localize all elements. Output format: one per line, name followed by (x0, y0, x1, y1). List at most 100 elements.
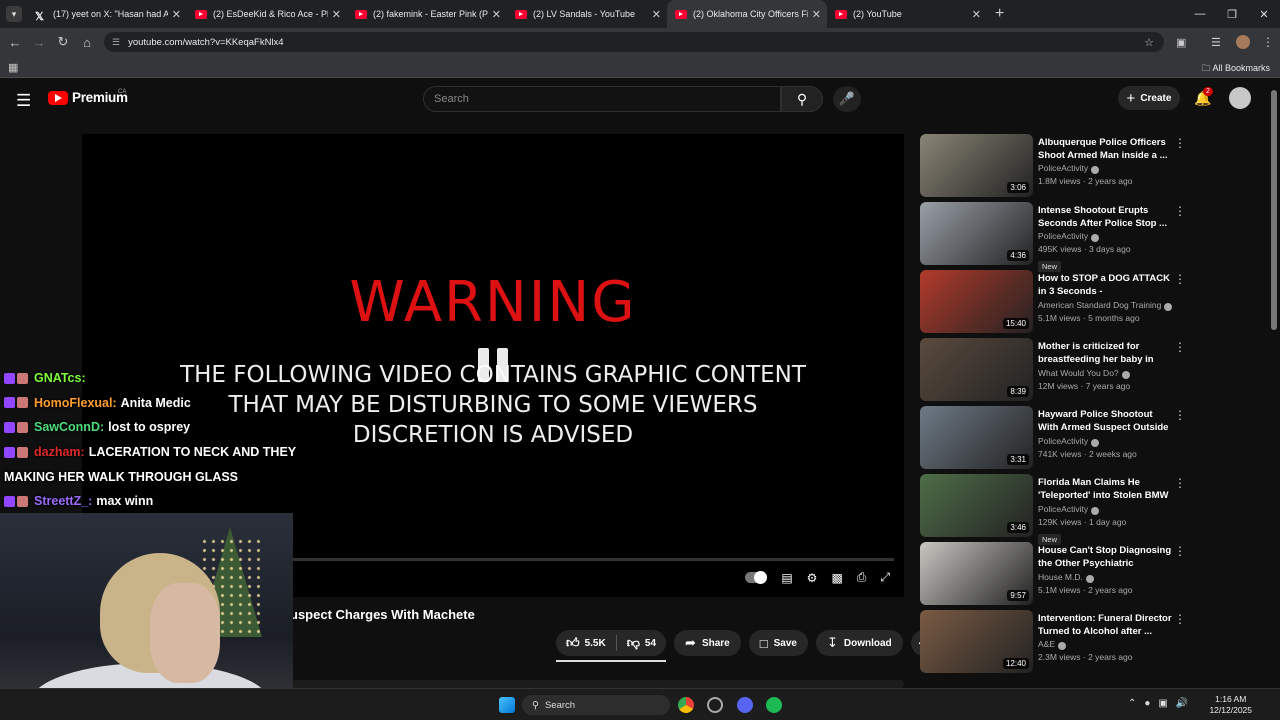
more-options-icon[interactable]: ⋮ (1174, 136, 1186, 150)
close-tab-icon[interactable]: ✕ (172, 8, 181, 21)
channel-name[interactable]: PoliceActivity (1038, 504, 1088, 514)
cast-icon[interactable]: ⎙ (857, 570, 867, 585)
description-box[interactable] (290, 680, 904, 688)
recommended-title[interactable]: Albuquerque Police Officers Shoot Armed … (1038, 136, 1173, 162)
dislike-button[interactable]: 👎︎ 54 (617, 635, 666, 651)
channel-name[interactable]: House M.D. (1038, 572, 1083, 582)
video-thumbnail[interactable]: 12:40 (920, 610, 1033, 673)
video-thumbnail[interactable]: 15:40 (920, 270, 1033, 333)
more-options-icon[interactable]: ⋮ (1174, 544, 1186, 558)
recommended-video[interactable]: 4:36 Intense Shootout Erupts Seconds Afte… (920, 202, 1190, 272)
chrome-icon[interactable] (678, 697, 694, 713)
browser-tab[interactable]: (2) YouTube ✕ (827, 0, 987, 28)
more-options-icon[interactable]: ⋮ (1174, 408, 1186, 422)
tab-title: (2) EsDeeKid & Rico Ace - Phan (213, 9, 328, 19)
video-thumbnail[interactable]: 9:57 (920, 542, 1033, 605)
browser-tab[interactable]: (2) EsDeeKid & Rico Ace - Phan ✕ (187, 0, 347, 28)
video-thumbnail[interactable]: 3:06 (920, 134, 1033, 197)
create-button[interactable]: + Create (1118, 86, 1180, 110)
voice-search-button[interactable]: 🎤 (833, 86, 861, 112)
site-info-icon[interactable]: ☰ (112, 37, 120, 48)
guide-menu-icon[interactable]: ☰ (16, 91, 31, 111)
home-icon[interactable]: ⌂ (75, 35, 99, 50)
url-field[interactable]: ☰ youtube.com/watch?v=KKeqaFkNlx4 ☆ (104, 32, 1164, 52)
download-button[interactable]: ↧ Download (815, 630, 903, 656)
close-tab-icon[interactable]: ✕ (972, 8, 981, 21)
minimize-icon[interactable]: — (1184, 8, 1216, 20)
obs-icon[interactable] (707, 697, 723, 713)
close-tab-icon[interactable]: ✕ (492, 8, 501, 21)
like-button[interactable]: 👍︎ 5.5K (556, 635, 616, 651)
page-scrollbar[interactable] (1271, 90, 1277, 330)
search-button[interactable]: ⚲ (781, 86, 823, 112)
more-options-icon[interactable]: ⋮ (1174, 340, 1186, 354)
video-thumbnail[interactable]: 3:46 (920, 474, 1033, 537)
more-options-icon[interactable]: ⋮ (1174, 204, 1186, 218)
recommended-title[interactable]: Hayward Police Shootout With Armed Suspe… (1038, 408, 1173, 435)
channel-name[interactable]: PoliceActivity (1038, 231, 1088, 241)
channel-name[interactable]: PoliceActivity (1038, 436, 1088, 446)
browser-tab[interactable]: 𝕏 (17) yeet on X: "Hasan had Asm ✕ (27, 0, 187, 28)
fullscreen-icon[interactable]: ⤢ (880, 570, 890, 585)
taskbar-search[interactable]: ⚲ Search (522, 695, 670, 715)
close-tab-icon[interactable]: ✕ (332, 8, 341, 21)
recommended-video[interactable]: 3:06 Albuquerque Police Officers Shoot Ar… (920, 134, 1190, 202)
more-options-icon[interactable]: ⋮ (1174, 476, 1186, 490)
system-tray-icons[interactable]: ⌃●▣🔊 (1128, 698, 1196, 709)
video-thumbnail[interactable]: 8:39 (920, 338, 1033, 401)
save-button[interactable]: □ Save (748, 630, 808, 656)
forward-icon[interactable]: → (27, 35, 51, 50)
video-thumbnail[interactable]: 3:31 (920, 406, 1033, 469)
recommended-video[interactable]: 12:40 Intervention: Funeral Director Turn… (920, 610, 1190, 678)
new-tab-icon[interactable]: + (995, 5, 1004, 23)
channel-name[interactable]: What Would You Do? (1038, 368, 1119, 378)
autoplay-toggle[interactable] (745, 571, 768, 584)
share-button[interactable]: ➦ Share (674, 630, 741, 656)
reload-icon[interactable]: ↻ (51, 34, 75, 50)
restore-icon[interactable]: ❐ (1216, 8, 1248, 21)
close-window-icon[interactable]: ✕ (1248, 8, 1280, 21)
channel-name[interactable]: A&E (1038, 639, 1055, 649)
recommended-video[interactable]: 3:31 Hayward Police Shootout With Armed S… (920, 406, 1190, 474)
channel-name[interactable]: PoliceActivity (1038, 163, 1088, 173)
apps-grid-icon[interactable]: ▦ (8, 61, 18, 74)
recommended-title[interactable]: Intense Shootout Erupts Seconds After Po… (1038, 204, 1173, 230)
recommended-title[interactable]: How to STOP a DOG ATTACK in 3 Seconds - … (1038, 272, 1173, 299)
close-tab-icon[interactable]: ✕ (652, 8, 661, 21)
captions-icon[interactable]: ▤ (781, 571, 792, 585)
youtube-premium-logo[interactable]: Premium CA (48, 89, 128, 105)
video-thumbnail[interactable]: 4:36 (920, 202, 1033, 265)
discord-icon[interactable] (737, 697, 753, 713)
recommended-title[interactable]: Florida Man Claims He 'Teleported' into … (1038, 476, 1173, 503)
more-options-icon[interactable]: ⋮ (1174, 272, 1186, 286)
media-icon[interactable]: ☰ (1211, 36, 1221, 49)
search-input[interactable]: Search (423, 86, 781, 112)
tab-search-icon[interactable]: ▾ (6, 6, 22, 22)
browser-tab[interactable]: (2) LV Sandals - YouTube ✕ (507, 0, 667, 28)
settings-gear-icon[interactable]: ⚙ (807, 571, 818, 585)
close-tab-icon[interactable]: ✕ (812, 8, 821, 21)
more-options-icon[interactable]: ⋮ (1174, 612, 1186, 626)
recommended-title[interactable]: Mother is criticized for breastfeeding h… (1038, 340, 1173, 367)
profile-avatar[interactable] (1236, 35, 1250, 49)
recommended-video[interactable]: 8:39 Mother is criticized for breastfeedi… (920, 338, 1190, 406)
recommended-title[interactable]: Intervention: Funeral Director Turned to… (1038, 612, 1173, 638)
extensions-icon[interactable]: ▣ (1176, 36, 1186, 49)
account-avatar[interactable] (1229, 87, 1251, 109)
bookmark-star-icon[interactable]: ☆ (1144, 36, 1154, 49)
browser-menu-icon[interactable]: ⋮ (1262, 35, 1274, 49)
recommended-title[interactable]: House Can't Stop Diagnosing the Other Ps… (1038, 544, 1173, 571)
taskbar-clock[interactable]: 1:16 AM 12/12/2025 (1209, 694, 1252, 716)
recommended-video[interactable]: 15:40 How to STOP a DOG ATTACK in 3 Secon… (920, 270, 1190, 338)
miniplayer-icon[interactable]: ▩ (831, 571, 842, 585)
browser-tab[interactable]: (2) Oklahoma City Officers Fire ✕ (667, 0, 827, 28)
recommended-video[interactable]: 3:46 Florida Man Claims He 'Teleported' i… (920, 474, 1190, 545)
windows-start-icon[interactable] (499, 697, 515, 713)
pause-icon[interactable] (478, 348, 508, 382)
recommended-video[interactable]: 9:57 House Can't Stop Diagnosing the Othe… (920, 542, 1190, 610)
all-bookmarks-button[interactable]: 🗀 All Bookmarks (1201, 61, 1270, 77)
browser-tab[interactable]: (2) fakemink - Easter Pink (Prod ✕ (347, 0, 507, 28)
spotify-icon[interactable] (766, 697, 782, 713)
channel-name[interactable]: American Standard Dog Training (1038, 300, 1161, 310)
back-icon[interactable]: ← (3, 35, 27, 50)
